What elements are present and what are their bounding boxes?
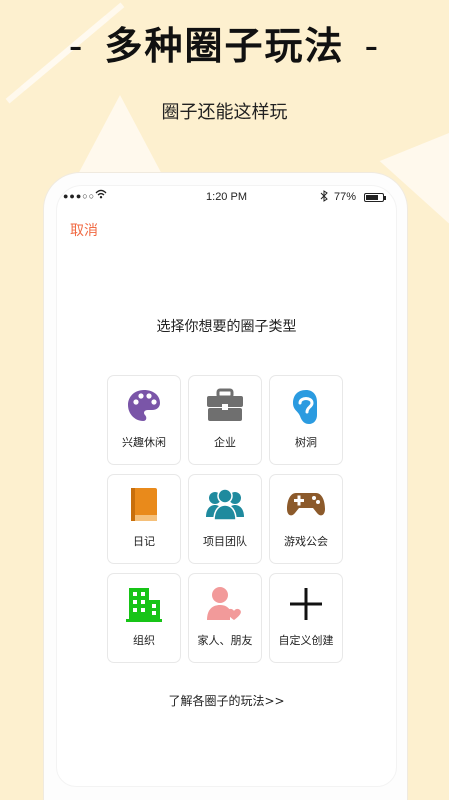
promo-page: - 多种圈子玩法 - 圈子还能这样玩 ●●●○○ 1:20 PM 77% 取消 … bbox=[0, 0, 449, 800]
circle-type-game-guild[interactable]: 游戏公会 bbox=[269, 474, 343, 564]
learn-more-link[interactable]: 了解各圈子的玩法>> bbox=[57, 692, 396, 709]
promo-headline: - 多种圈子玩法 - bbox=[0, 24, 449, 70]
circle-type-project-team[interactable]: 项目团队 bbox=[188, 474, 262, 564]
briefcase-icon bbox=[189, 388, 261, 424]
circle-type-organization[interactable]: 组织 bbox=[107, 573, 181, 663]
headline-title: 多种圈子玩法 bbox=[104, 24, 345, 68]
battery-percent: 77% bbox=[333, 191, 356, 203]
circle-type-enterprise[interactable]: 企业 bbox=[188, 375, 262, 465]
palette-icon bbox=[108, 388, 180, 424]
ear-icon bbox=[270, 388, 342, 424]
circle-type-label: 企业 bbox=[214, 436, 236, 449]
cancel-button[interactable]: 取消 bbox=[70, 220, 98, 240]
circle-type-label: 树洞 bbox=[295, 436, 317, 449]
circle-type-label: 组织 bbox=[133, 634, 155, 647]
building-icon bbox=[108, 586, 180, 622]
circle-type-label: 家人、朋友 bbox=[197, 634, 253, 647]
team-icon bbox=[189, 487, 261, 523]
circle-type-label: 游戏公会 bbox=[284, 535, 328, 548]
family-heart-icon bbox=[189, 586, 261, 622]
phone-frame: ●●●○○ 1:20 PM 77% 取消 选择你想要的圈子类型 兴趣休闲 企业 … bbox=[44, 173, 407, 800]
battery-fill bbox=[366, 195, 378, 200]
circle-type-diary[interactable]: 日记 bbox=[107, 474, 181, 564]
circle-type-tree-hole[interactable]: 树洞 bbox=[269, 375, 343, 465]
circle-type-label: 兴趣休闲 bbox=[122, 436, 166, 449]
headline-dash-left: - bbox=[68, 24, 85, 68]
headline-dash-right: - bbox=[364, 24, 381, 68]
circle-type-label: 自定义创建 bbox=[278, 634, 334, 647]
book-icon bbox=[108, 487, 180, 523]
battery-icon bbox=[364, 193, 386, 202]
bluetooth-icon bbox=[320, 190, 328, 205]
phone-screen: ●●●○○ 1:20 PM 77% 取消 选择你想要的圈子类型 兴趣休闲 企业 … bbox=[56, 185, 397, 787]
circle-type-label: 项目团队 bbox=[203, 535, 247, 548]
circle-type-family-friends[interactable]: 家人、朋友 bbox=[188, 573, 262, 663]
circle-type-leisure[interactable]: 兴趣休闲 bbox=[107, 375, 181, 465]
circle-type-label: 日记 bbox=[133, 535, 155, 548]
promo-subtitle: 圈子还能这样玩 bbox=[161, 102, 288, 123]
plus-icon bbox=[270, 586, 342, 622]
circle-type-prompt: 选择你想要的圈子类型 bbox=[156, 319, 297, 335]
circle-type-custom[interactable]: 自定义创建 bbox=[269, 573, 343, 663]
gamepad-icon bbox=[270, 487, 342, 523]
circle-type-grid: 兴趣休闲 企业 树洞 日记 项目团队 游戏公会 组织 家人、朋友 自定义创建 bbox=[107, 375, 343, 663]
status-bar: ●●●○○ 1:20 PM 77% bbox=[57, 186, 396, 210]
